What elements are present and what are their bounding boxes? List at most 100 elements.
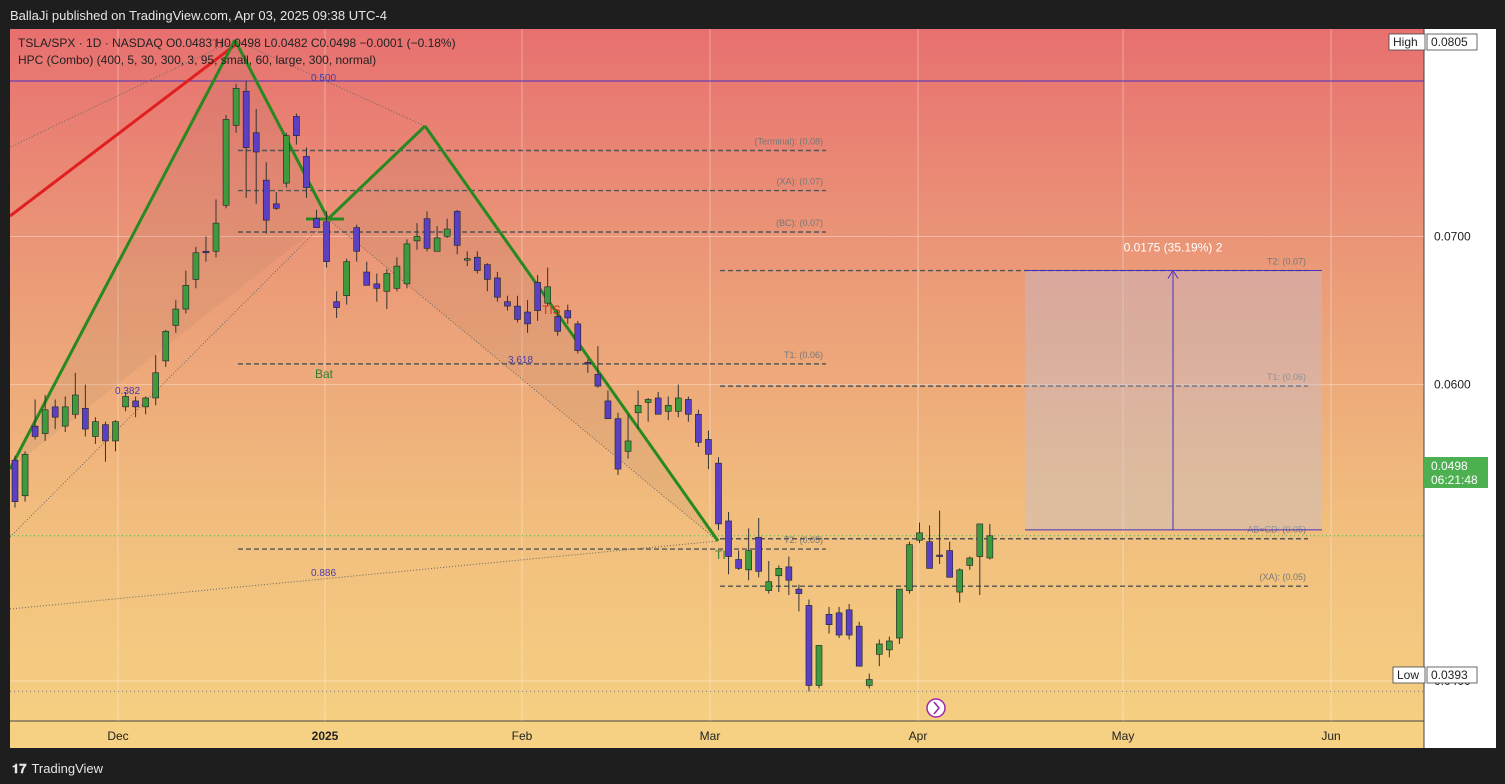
target-level-label-right: (XA): (0.05) xyxy=(1259,572,1306,582)
low-tag-label: Low xyxy=(1397,668,1419,682)
tradingview-mark-icon: 𝟏𝟕 xyxy=(12,761,27,776)
candle-body xyxy=(393,265,401,289)
candle-body xyxy=(61,406,69,427)
x-tick-label: Jun xyxy=(1321,729,1340,743)
idea-indicator-icon[interactable] xyxy=(926,698,946,718)
candle-body xyxy=(855,625,863,667)
candle-body xyxy=(835,612,843,636)
candle-body xyxy=(92,421,99,437)
candle-body xyxy=(604,400,612,420)
candle-body xyxy=(232,87,240,126)
x-tick-label: Mar xyxy=(700,729,721,743)
candle-body xyxy=(785,566,793,581)
candle-body xyxy=(685,399,692,415)
price-chart[interactable]: (Terminal): (0.08) (XA): (0.07) (BC): (0.0… xyxy=(10,29,1496,748)
candle-body xyxy=(725,520,732,557)
candle-body xyxy=(373,283,381,289)
high-value: 0.0805 xyxy=(1431,35,1468,49)
pattern-name-label: Bat xyxy=(315,367,334,381)
candle-body xyxy=(323,221,330,262)
pattern-ratio-label: 0.500 xyxy=(311,73,336,84)
candle-body xyxy=(353,227,361,252)
target-level-label-right: T2: (0.07) xyxy=(1267,257,1306,267)
candle-body xyxy=(333,301,340,308)
pattern-ratio-label: 0.886 xyxy=(311,568,336,579)
last-price-value: 0.0498 xyxy=(1431,459,1468,473)
candle-body xyxy=(222,119,230,206)
candle-body xyxy=(514,305,521,320)
tradingview-logo[interactable]: 𝟏𝟕 TradingView xyxy=(12,761,103,777)
candle-body xyxy=(534,282,541,311)
candle-body xyxy=(343,261,350,297)
low-value: 0.0393 xyxy=(1431,668,1468,682)
target-level-label: T1: (0.06) xyxy=(784,350,823,360)
candle-body xyxy=(494,277,501,298)
ohlc-legend: TSLA/SPX · 1D · NASDAQ O0.0483 H0.0498 L… xyxy=(18,36,456,50)
candle-body xyxy=(715,462,722,525)
x-tick-label: Feb xyxy=(512,729,533,743)
measure-label: 0.0175 (35.19%) 2 xyxy=(1124,241,1223,255)
candle-body xyxy=(413,236,421,242)
candle-body xyxy=(182,285,190,310)
candle-body xyxy=(845,609,853,636)
candle-body xyxy=(172,308,180,326)
candle-body xyxy=(896,588,903,639)
candle-body xyxy=(875,643,883,655)
candle-body xyxy=(695,413,702,443)
candle-body xyxy=(745,550,752,571)
candle-body xyxy=(926,541,933,569)
candle-body xyxy=(825,614,833,625)
candle-body xyxy=(946,550,953,578)
candle-body xyxy=(313,218,320,228)
candle-body xyxy=(41,409,49,434)
x-tick-label: May xyxy=(1112,729,1135,743)
candle-body xyxy=(554,316,562,332)
candle-body xyxy=(906,544,913,591)
bar-countdown: 06:21:48 xyxy=(1431,473,1478,487)
candle-body xyxy=(916,532,923,541)
candle-body xyxy=(524,311,531,325)
candle-body xyxy=(735,559,742,569)
candle-body xyxy=(966,557,974,566)
candle-body xyxy=(705,439,712,455)
candle-body xyxy=(765,581,773,591)
pattern-tis-label: TIS xyxy=(542,303,561,317)
candle-body xyxy=(192,252,200,280)
candle-body xyxy=(614,418,622,470)
candle-body xyxy=(594,373,602,387)
x-tick-label: Apr xyxy=(909,729,928,743)
candle-body xyxy=(674,397,682,412)
candle-body xyxy=(152,372,159,399)
candle-body xyxy=(453,210,461,246)
candle-body xyxy=(252,132,260,153)
candle-body xyxy=(403,243,411,285)
candle-body xyxy=(303,156,310,188)
candle-body xyxy=(936,554,943,557)
candle-body xyxy=(584,362,592,365)
candle-body xyxy=(283,135,290,184)
candle-body xyxy=(473,256,481,271)
candle-body xyxy=(262,179,270,221)
target-level-label: T2: (0.05) xyxy=(784,535,823,545)
candle-body xyxy=(21,453,29,497)
candle-body xyxy=(132,400,139,408)
candle-body xyxy=(162,330,170,362)
pattern-ratio-label: 3.618 xyxy=(508,355,533,366)
x-tick-label: Dec xyxy=(107,729,128,743)
target-level-label: (XA): (0.07) xyxy=(776,177,823,187)
y-tick-label: 0.0700 xyxy=(1434,229,1471,243)
candle-body xyxy=(383,273,391,292)
candle-body xyxy=(564,310,572,319)
candle-body xyxy=(242,90,250,148)
publish-header: BallaJi published on TradingView.com, Ap… xyxy=(0,0,1505,30)
candle-body xyxy=(504,301,511,307)
candle-body xyxy=(82,408,89,430)
candle-body xyxy=(986,535,994,559)
candle-body xyxy=(574,323,582,351)
candle-body xyxy=(11,459,19,502)
candle-body xyxy=(112,421,119,442)
candle-body xyxy=(142,397,149,408)
candle-body xyxy=(484,264,491,280)
candle-body xyxy=(886,640,893,651)
candle-body xyxy=(423,218,431,249)
